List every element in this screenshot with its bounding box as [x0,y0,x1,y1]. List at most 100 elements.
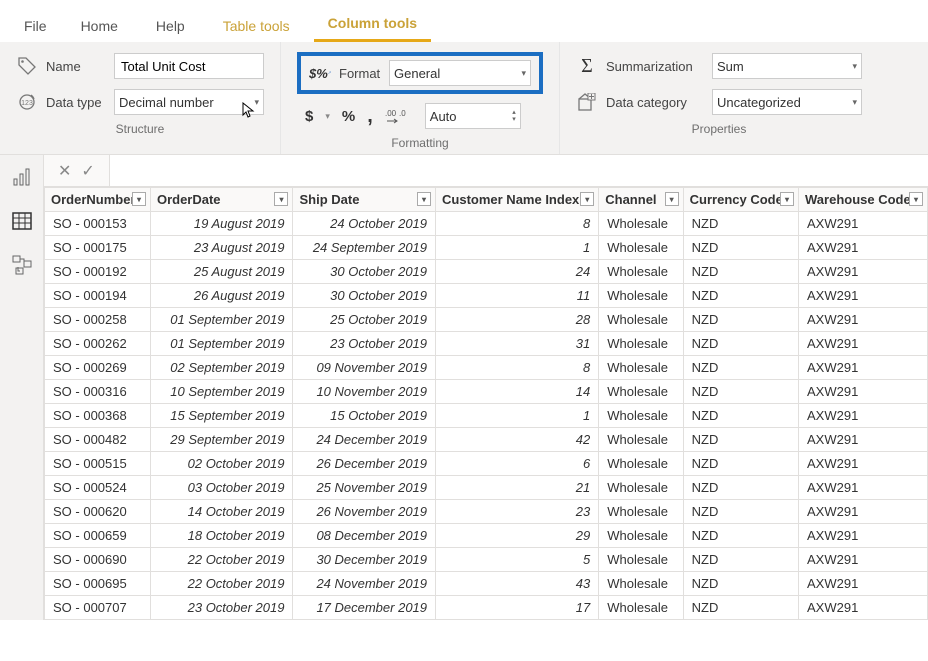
table-cell[interactable]: AXW291 [799,332,928,356]
table-cell[interactable]: Wholesale [599,524,683,548]
table-cell[interactable]: AXW291 [799,428,928,452]
table-cell[interactable]: 23 October 2019 [150,596,293,620]
table-row[interactable]: SO - 00070723 October 201917 December 20… [45,596,928,620]
table-row[interactable]: SO - 00019225 August 201930 October 2019… [45,260,928,284]
column-header[interactable]: Warehouse Code▾ [799,188,928,212]
percent-button[interactable]: % [342,108,355,125]
table-cell[interactable]: NZD [683,476,798,500]
table-row[interactable]: SO - 00062014 October 201926 November 20… [45,500,928,524]
table-cell[interactable]: NZD [683,260,798,284]
table-cell[interactable]: Wholesale [599,308,683,332]
table-cell[interactable]: AXW291 [799,500,928,524]
table-cell[interactable]: 15 September 2019 [150,404,293,428]
table-cell[interactable]: 26 August 2019 [150,284,293,308]
table-cell[interactable]: AXW291 [799,476,928,500]
table-cell[interactable]: Wholesale [599,380,683,404]
tab-table-tools[interactable]: Table tools [209,8,304,42]
table-cell[interactable]: 14 [436,380,599,404]
name-input[interactable] [114,53,264,79]
table-cell[interactable]: 28 [436,308,599,332]
table-cell[interactable]: NZD [683,212,798,236]
tab-column-tools[interactable]: Column tools [314,5,431,42]
table-cell[interactable]: SO - 000482 [45,428,151,452]
currency-button[interactable]: $ [305,108,313,125]
table-row[interactable]: SO - 00031610 September 201910 November … [45,380,928,404]
table-cell[interactable]: 29 September 2019 [150,428,293,452]
table-cell[interactable]: 24 [436,260,599,284]
table-row[interactable]: SO - 00069022 October 201930 December 20… [45,548,928,572]
table-cell[interactable]: AXW291 [799,284,928,308]
tab-file[interactable]: File [14,8,57,42]
table-row[interactable]: SO - 00036815 September 201915 October 2… [45,404,928,428]
table-cell[interactable]: 02 September 2019 [150,356,293,380]
table-cell[interactable]: 01 September 2019 [150,308,293,332]
table-cell[interactable]: AXW291 [799,308,928,332]
table-cell[interactable]: 1 [436,236,599,260]
table-cell[interactable]: SO - 000262 [45,332,151,356]
table-cell[interactable]: NZD [683,548,798,572]
table-cell[interactable]: 22 October 2019 [150,572,293,596]
filter-button[interactable]: ▾ [132,192,146,206]
report-view-icon[interactable] [12,167,32,187]
datacategory-select[interactable]: Uncategorized ▾ [712,89,862,115]
column-header[interactable]: OrderDate▾ [150,188,293,212]
table-cell[interactable]: 30 October 2019 [293,284,436,308]
table-cell[interactable]: Wholesale [599,476,683,500]
table-cell[interactable]: AXW291 [799,596,928,620]
filter-button[interactable]: ▾ [665,192,679,206]
table-cell[interactable]: SO - 000269 [45,356,151,380]
table-cell[interactable]: SO - 000620 [45,500,151,524]
table-cell[interactable]: 43 [436,572,599,596]
table-row[interactable]: SO - 00017523 August 201924 September 20… [45,236,928,260]
table-cell[interactable]: SO - 000659 [45,524,151,548]
filter-button[interactable]: ▾ [417,192,431,206]
table-cell[interactable]: 08 December 2019 [293,524,436,548]
table-cell[interactable]: 21 [436,476,599,500]
table-cell[interactable]: Wholesale [599,404,683,428]
table-row[interactable]: SO - 00065918 October 201908 December 20… [45,524,928,548]
cancel-icon[interactable]: ✕ [58,161,71,181]
table-cell[interactable]: AXW291 [799,404,928,428]
table-cell[interactable]: 42 [436,428,599,452]
table-cell[interactable]: 23 [436,500,599,524]
table-cell[interactable]: AXW291 [799,524,928,548]
filter-button[interactable]: ▾ [580,192,594,206]
tab-help[interactable]: Help [142,8,199,42]
filter-button[interactable]: ▾ [274,192,288,206]
table-cell[interactable]: AXW291 [799,356,928,380]
table-cell[interactable]: 17 December 2019 [293,596,436,620]
table-row[interactable]: SO - 00069522 October 201924 November 20… [45,572,928,596]
decimal-shift-icon[interactable]: .00.0 [385,105,407,127]
table-cell[interactable]: NZD [683,572,798,596]
column-header[interactable]: Channel▾ [599,188,683,212]
table-cell[interactable]: Wholesale [599,236,683,260]
filter-button[interactable]: ▾ [909,192,923,206]
table-cell[interactable]: 03 October 2019 [150,476,293,500]
summarization-select[interactable]: Sum ▾ [712,53,862,79]
table-cell[interactable]: SO - 000524 [45,476,151,500]
table-cell[interactable]: SO - 000258 [45,308,151,332]
table-cell[interactable]: 24 December 2019 [293,428,436,452]
table-cell[interactable]: AXW291 [799,260,928,284]
table-cell[interactable]: AXW291 [799,236,928,260]
table-cell[interactable]: SO - 000707 [45,596,151,620]
table-row[interactable]: SO - 00019426 August 201930 October 2019… [45,284,928,308]
table-cell[interactable]: 5 [436,548,599,572]
table-cell[interactable]: SO - 000175 [45,236,151,260]
table-cell[interactable]: NZD [683,596,798,620]
table-cell[interactable]: SO - 000153 [45,212,151,236]
column-header[interactable]: Customer Name Index▾ [436,188,599,212]
table-row[interactable]: SO - 00015319 August 201924 October 2019… [45,212,928,236]
table-cell[interactable]: Wholesale [599,452,683,476]
model-view-icon[interactable] [12,255,32,275]
table-row[interactable]: SO - 00026201 September 201923 October 2… [45,332,928,356]
table-cell[interactable]: Wholesale [599,260,683,284]
table-cell[interactable]: 19 August 2019 [150,212,293,236]
table-cell[interactable]: AXW291 [799,212,928,236]
table-cell[interactable]: NZD [683,428,798,452]
table-cell[interactable]: 31 [436,332,599,356]
table-cell[interactable]: Wholesale [599,284,683,308]
column-header[interactable]: Ship Date▾ [293,188,436,212]
table-cell[interactable]: NZD [683,500,798,524]
table-cell[interactable]: 6 [436,452,599,476]
